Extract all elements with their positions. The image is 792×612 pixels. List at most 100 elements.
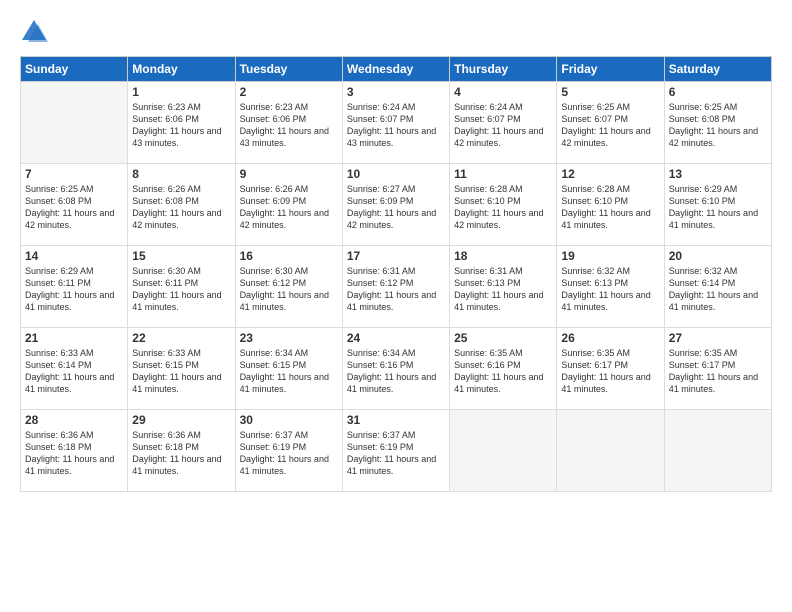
header [20, 18, 772, 46]
cell-info: Sunrise: 6:36 AM Sunset: 6:18 PM Dayligh… [132, 429, 230, 478]
header-thursday: Thursday [450, 57, 557, 82]
calendar-cell: 13Sunrise: 6:29 AM Sunset: 6:10 PM Dayli… [664, 164, 771, 246]
calendar-cell: 5 Sunrise: 6:25 AM Sunset: 6:07 PM Daylig… [557, 82, 664, 164]
cell-info: Sunrise: 6:27 AM Sunset: 6:09 PM Dayligh… [347, 183, 445, 232]
calendar-cell: 23 Sunrise: 6:34 AM Sunset: 6:15 PM Dayli… [235, 328, 342, 410]
day-number: 19 [561, 249, 659, 263]
day-number: 20 [669, 249, 767, 263]
cell-info: Sunrise: 6:25 AM Sunset: 6:08 PM Dayligh… [25, 183, 123, 232]
calendar-cell: 22 Sunrise: 6:33 AM Sunset: 6:15 PM Dayli… [128, 328, 235, 410]
calendar-cell: 26 Sunrise: 6:35 AM Sunset: 6:17 PM Dayli… [557, 328, 664, 410]
calendar-week-4: 21Sunrise: 6:33 AM Sunset: 6:14 PM Dayli… [21, 328, 772, 410]
calendar-cell: 24 Sunrise: 6:34 AM Sunset: 6:16 PM Dayli… [342, 328, 449, 410]
cell-info: Sunrise: 6:31 AM Sunset: 6:13 PM Dayligh… [454, 265, 552, 314]
day-number: 27 [669, 331, 767, 345]
cell-info: Sunrise: 6:32 AM Sunset: 6:14 PM Dayligh… [669, 265, 767, 314]
day-number: 30 [240, 413, 338, 427]
calendar-cell: 27 Sunrise: 6:35 AM Sunset: 6:17 PM Dayli… [664, 328, 771, 410]
calendar-cell [664, 410, 771, 492]
header-sunday: Sunday [21, 57, 128, 82]
day-number: 1 [132, 85, 230, 99]
cell-info: Sunrise: 6:35 AM Sunset: 6:17 PM Dayligh… [669, 347, 767, 396]
day-number: 10 [347, 167, 445, 181]
day-number: 6 [669, 85, 767, 99]
calendar-cell: 10 Sunrise: 6:27 AM Sunset: 6:09 PM Dayli… [342, 164, 449, 246]
calendar-cell: 20 Sunrise: 6:32 AM Sunset: 6:14 PM Dayli… [664, 246, 771, 328]
day-number: 28 [25, 413, 123, 427]
calendar-header-row: SundayMondayTuesdayWednesdayThursdayFrid… [21, 57, 772, 82]
day-number: 16 [240, 249, 338, 263]
day-number: 9 [240, 167, 338, 181]
header-wednesday: Wednesday [342, 57, 449, 82]
day-number: 3 [347, 85, 445, 99]
cell-info: Sunrise: 6:26 AM Sunset: 6:08 PM Dayligh… [132, 183, 230, 232]
header-saturday: Saturday [664, 57, 771, 82]
calendar-cell: 2Sunrise: 6:23 AM Sunset: 6:06 PM Daylig… [235, 82, 342, 164]
calendar-cell: 30Sunrise: 6:37 AM Sunset: 6:19 PM Dayli… [235, 410, 342, 492]
calendar-cell [450, 410, 557, 492]
cell-info: Sunrise: 6:33 AM Sunset: 6:15 PM Dayligh… [132, 347, 230, 396]
calendar-week-5: 28 Sunrise: 6:36 AM Sunset: 6:18 PM Dayli… [21, 410, 772, 492]
cell-info: Sunrise: 6:32 AM Sunset: 6:13 PM Dayligh… [561, 265, 659, 314]
calendar-cell: 1 Sunrise: 6:23 AM Sunset: 6:06 PM Daylig… [128, 82, 235, 164]
day-number: 17 [347, 249, 445, 263]
page: SundayMondayTuesdayWednesdayThursdayFrid… [0, 0, 792, 612]
day-number: 8 [132, 167, 230, 181]
calendar-cell: 12Sunrise: 6:28 AM Sunset: 6:10 PM Dayli… [557, 164, 664, 246]
day-number: 31 [347, 413, 445, 427]
calendar-cell: 11Sunrise: 6:28 AM Sunset: 6:10 PM Dayli… [450, 164, 557, 246]
header-monday: Monday [128, 57, 235, 82]
calendar-cell: 28Sunrise: 6:36 AM Sunset: 6:18 PM Dayli… [21, 410, 128, 492]
day-number: 25 [454, 331, 552, 345]
calendar-cell: 6 Sunrise: 6:25 AM Sunset: 6:08 PM Daylig… [664, 82, 771, 164]
cell-info: Sunrise: 6:24 AM Sunset: 6:07 PM Dayligh… [347, 101, 445, 150]
logo-icon [20, 18, 48, 46]
day-number: 15 [132, 249, 230, 263]
logo [20, 18, 50, 46]
day-number: 26 [561, 331, 659, 345]
cell-info: Sunrise: 6:26 AM Sunset: 6:09 PM Dayligh… [240, 183, 338, 232]
calendar-cell: 21Sunrise: 6:33 AM Sunset: 6:14 PM Dayli… [21, 328, 128, 410]
day-number: 11 [454, 167, 552, 181]
day-number: 29 [132, 413, 230, 427]
day-number: 23 [240, 331, 338, 345]
cell-info: Sunrise: 6:31 AM Sunset: 6:12 PM Dayligh… [347, 265, 445, 314]
cell-info: Sunrise: 6:30 AM Sunset: 6:12 PM Dayligh… [240, 265, 338, 314]
calendar-cell: 14 Sunrise: 6:29 AM Sunset: 6:11 PM Dayli… [21, 246, 128, 328]
cell-info: Sunrise: 6:25 AM Sunset: 6:07 PM Dayligh… [561, 101, 659, 150]
calendar-cell: 16 Sunrise: 6:30 AM Sunset: 6:12 PM Dayli… [235, 246, 342, 328]
cell-info: Sunrise: 6:23 AM Sunset: 6:06 PM Dayligh… [132, 101, 230, 150]
calendar-week-2: 7 Sunrise: 6:25 AM Sunset: 6:08 PM Daylig… [21, 164, 772, 246]
cell-info: Sunrise: 6:29 AM Sunset: 6:11 PM Dayligh… [25, 265, 123, 314]
calendar-cell: 18 Sunrise: 6:31 AM Sunset: 6:13 PM Dayli… [450, 246, 557, 328]
day-number: 24 [347, 331, 445, 345]
calendar-cell: 3 Sunrise: 6:24 AM Sunset: 6:07 PM Daylig… [342, 82, 449, 164]
cell-info: Sunrise: 6:34 AM Sunset: 6:16 PM Dayligh… [347, 347, 445, 396]
day-number: 14 [25, 249, 123, 263]
calendar-cell: 17 Sunrise: 6:31 AM Sunset: 6:12 PM Dayli… [342, 246, 449, 328]
calendar-table: SundayMondayTuesdayWednesdayThursdayFrid… [20, 56, 772, 492]
cell-info: Sunrise: 6:35 AM Sunset: 6:17 PM Dayligh… [561, 347, 659, 396]
day-number: 5 [561, 85, 659, 99]
calendar-week-1: 1 Sunrise: 6:23 AM Sunset: 6:06 PM Daylig… [21, 82, 772, 164]
cell-info: Sunrise: 6:25 AM Sunset: 6:08 PM Dayligh… [669, 101, 767, 150]
cell-info: Sunrise: 6:34 AM Sunset: 6:15 PM Dayligh… [240, 347, 338, 396]
cell-info: Sunrise: 6:35 AM Sunset: 6:16 PM Dayligh… [454, 347, 552, 396]
day-number: 18 [454, 249, 552, 263]
day-number: 4 [454, 85, 552, 99]
calendar-cell [557, 410, 664, 492]
calendar-cell: 9 Sunrise: 6:26 AM Sunset: 6:09 PM Daylig… [235, 164, 342, 246]
day-number: 12 [561, 167, 659, 181]
cell-info: Sunrise: 6:24 AM Sunset: 6:07 PM Dayligh… [454, 101, 552, 150]
day-number: 21 [25, 331, 123, 345]
cell-info: Sunrise: 6:37 AM Sunset: 6:19 PM Dayligh… [347, 429, 445, 478]
calendar-cell: 19 Sunrise: 6:32 AM Sunset: 6:13 PM Dayli… [557, 246, 664, 328]
calendar-cell: 7 Sunrise: 6:25 AM Sunset: 6:08 PM Daylig… [21, 164, 128, 246]
day-number: 7 [25, 167, 123, 181]
day-number: 22 [132, 331, 230, 345]
calendar-cell: 29 Sunrise: 6:36 AM Sunset: 6:18 PM Dayli… [128, 410, 235, 492]
header-tuesday: Tuesday [235, 57, 342, 82]
cell-info: Sunrise: 6:29 AM Sunset: 6:10 PM Dayligh… [669, 183, 767, 232]
cell-info: Sunrise: 6:30 AM Sunset: 6:11 PM Dayligh… [132, 265, 230, 314]
calendar-cell: 15 Sunrise: 6:30 AM Sunset: 6:11 PM Dayli… [128, 246, 235, 328]
